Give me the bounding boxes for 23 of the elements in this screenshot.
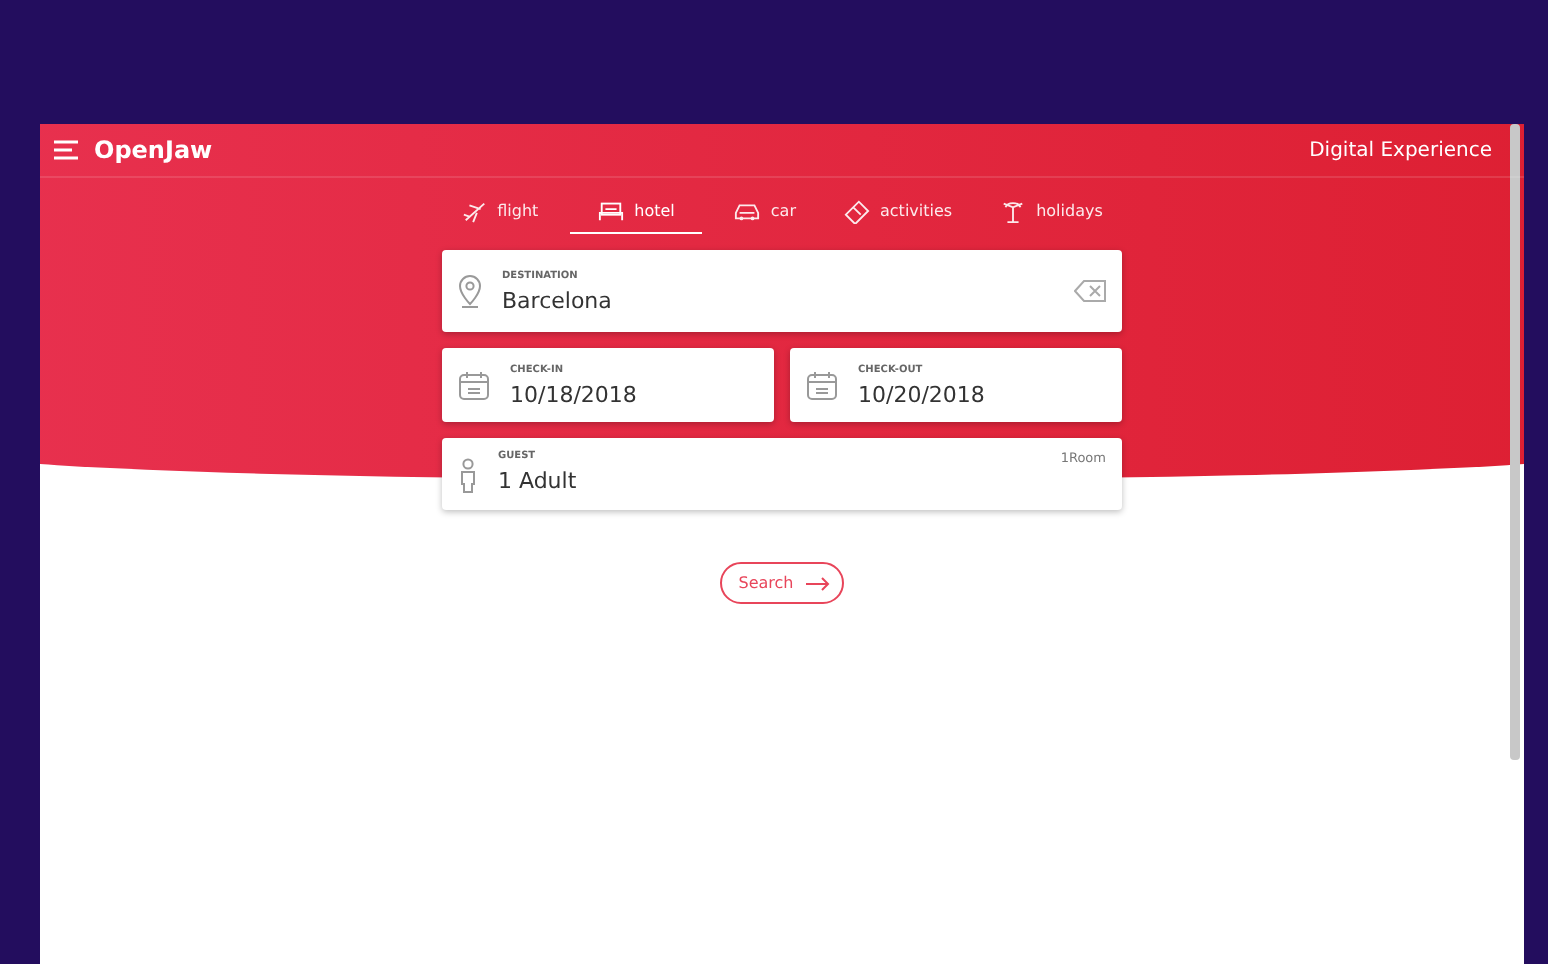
tab[interactable]: hotel [570,192,703,234]
menu-icon[interactable] [54,140,82,160]
calendar-icon [806,369,838,401]
field-value: 10/20/2018 [858,381,987,407]
tab[interactable]: holidays [984,192,1119,234]
search-button[interactable]: Search [720,562,844,604]
tab[interactable]: car [718,192,812,234]
field-value: Barcelona [502,287,614,313]
palm-tree-icon [1000,198,1027,224]
field-value: 10/18/2018 [510,381,639,407]
logo[interactable]: OpenJaw [94,136,213,164]
plane-icon [461,198,488,224]
location-pin-icon [458,273,482,309]
calendar-icon [458,369,490,401]
arrow-icon [805,575,830,591]
ticket-icon [844,198,870,224]
field-value: 1 Adult [498,468,579,494]
person-icon [458,458,478,494]
clear-icon[interactable] [1074,280,1106,302]
tab[interactable]: flight [445,192,555,234]
bed-icon [598,198,625,224]
app-title: Digital Experience [1309,139,1492,161]
tab[interactable]: activities [828,192,969,234]
